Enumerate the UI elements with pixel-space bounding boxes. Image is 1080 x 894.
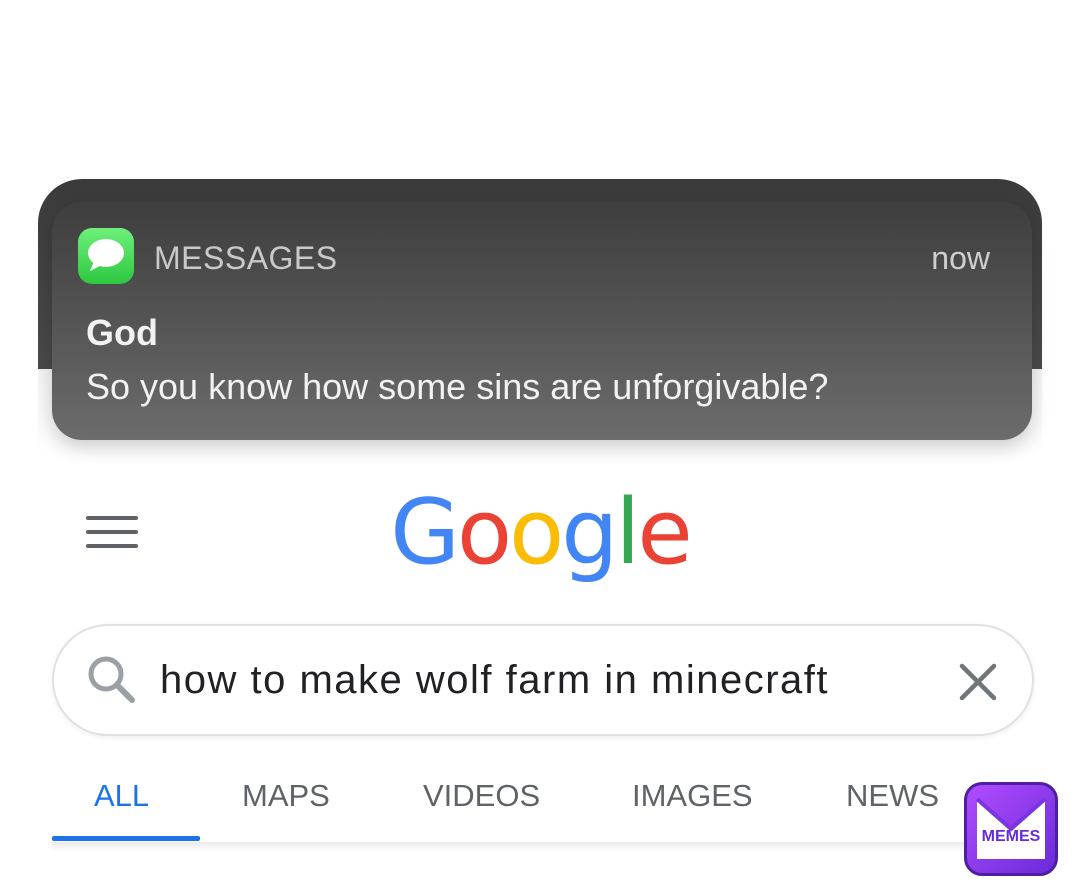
tabs-divider (52, 842, 1012, 852)
background-top (0, 0, 1080, 180)
search-tabs: ALL MAPS VIDEOS IMAGES NEWS (52, 772, 1012, 842)
envelope-icon: MEMES (975, 797, 1047, 859)
logo-letter: G (390, 480, 460, 585)
search-input[interactable]: how to make wolf farm in minecraft (160, 658, 829, 703)
speech-bubble-icon (88, 239, 124, 271)
google-logo: Google (0, 480, 1080, 585)
watermark-label: MEMES (982, 828, 1041, 845)
message-notification[interactable]: MESSAGES now God So you know how some si… (52, 202, 1032, 440)
logo-letter: g (561, 480, 618, 585)
memes-watermark-logo: MEMES (964, 782, 1058, 876)
search-bar[interactable]: how to make wolf farm in minecraft (52, 624, 1034, 736)
tab-videos[interactable]: VIDEOS (423, 778, 540, 814)
logo-letter: e (637, 480, 692, 585)
active-tab-indicator (52, 836, 200, 841)
notification-app-name: MESSAGES (154, 240, 338, 276)
tab-images[interactable]: IMAGES (632, 778, 753, 814)
notification-message: So you know how some sins are unforgivab… (86, 366, 829, 407)
logo-letter: o (509, 480, 564, 585)
notification-sender: God (86, 312, 158, 353)
close-icon[interactable] (958, 662, 998, 702)
search-icon[interactable] (86, 654, 138, 706)
notification-time: now (931, 240, 990, 276)
messages-app-icon (78, 228, 134, 284)
tab-all[interactable]: ALL (94, 778, 149, 814)
tab-maps[interactable]: MAPS (242, 778, 330, 814)
logo-letter: o (457, 480, 512, 585)
logo-letter: l (615, 480, 640, 585)
tab-news[interactable]: NEWS (846, 778, 939, 814)
